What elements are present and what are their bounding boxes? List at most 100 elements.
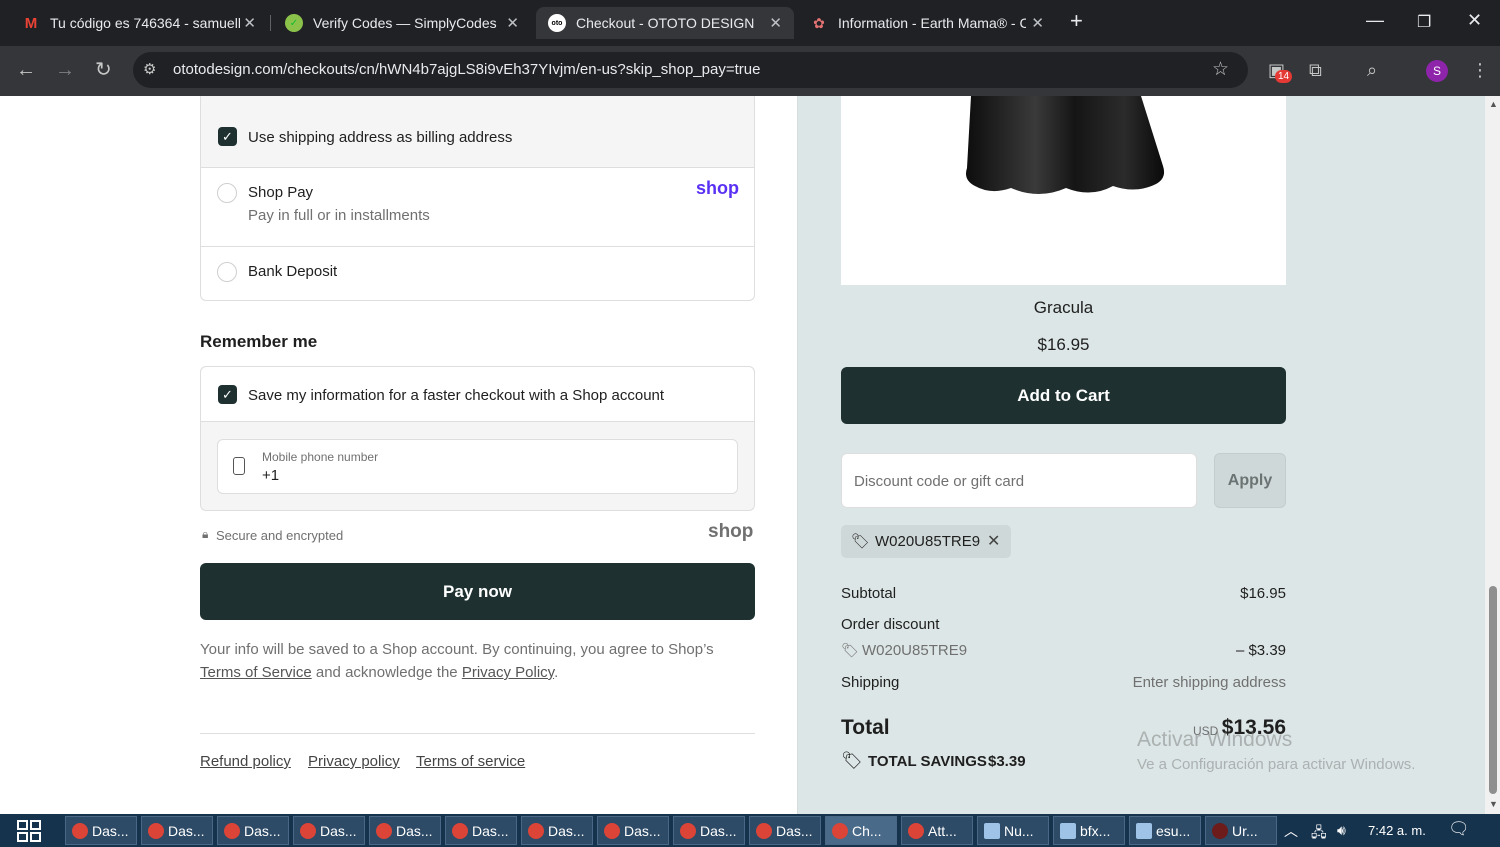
tab-title: Checkout - OTOTO DESIGN bbox=[576, 15, 755, 31]
tab-simplycodes[interactable]: ✓ Verify Codes — SimplyCodes ✕ bbox=[273, 7, 531, 39]
forward-icon[interactable]: → bbox=[55, 59, 75, 81]
taskbar-item[interactable]: Das... bbox=[369, 816, 441, 845]
phone-value[interactable]: +1 bbox=[262, 467, 279, 484]
taskbar-item[interactable]: Das... bbox=[597, 816, 669, 845]
shop-terms-link[interactable]: Terms of Service bbox=[200, 664, 312, 681]
taskbar-item[interactable]: Das... bbox=[673, 816, 745, 845]
chrome-icon bbox=[604, 822, 620, 839]
taskbar-item[interactable]: esu... bbox=[1129, 816, 1201, 845]
chrome-icon bbox=[908, 822, 924, 839]
refund-policy-link[interactable]: Refund policy bbox=[200, 753, 291, 770]
taskbar-item[interactable]: Das... bbox=[521, 816, 593, 845]
remove-discount-icon[interactable]: ✕ bbox=[987, 531, 1000, 551]
consent-text-part: Your info will be saved to a Shop accoun… bbox=[200, 641, 714, 658]
menu-kebab-icon[interactable]: ⋮ bbox=[1471, 60, 1489, 81]
notepad-icon bbox=[984, 822, 1000, 839]
page-scrollbar[interactable]: ▲ ▼ bbox=[1485, 96, 1500, 814]
apply-discount-button[interactable]: Apply bbox=[1214, 453, 1286, 508]
site-info-icon[interactable]: ⚙ bbox=[143, 60, 156, 78]
url-text[interactable]: ototodesign.com/checkouts/cn/hWN4b7ajgLS… bbox=[173, 61, 760, 78]
phone-label: Mobile phone number bbox=[262, 450, 379, 464]
profile-avatar[interactable]: S bbox=[1426, 60, 1448, 82]
browser-tab-strip: M Tu código es 746364 - samuellu ✕ ✓ Ver… bbox=[0, 0, 1500, 46]
chrome-icon bbox=[528, 822, 544, 839]
taskbar-item[interactable]: Das... bbox=[749, 816, 821, 845]
shop-privacy-link[interactable]: Privacy Policy bbox=[462, 664, 554, 681]
product-image bbox=[841, 96, 1286, 285]
remember-me-box: ✓ Save my information for a faster check… bbox=[200, 366, 755, 511]
product-price: $16.95 bbox=[1037, 335, 1090, 354]
mobile-phone-field[interactable]: Mobile phone number +1 bbox=[217, 439, 738, 494]
bookmark-star-icon[interactable]: ☆ bbox=[1212, 58, 1229, 81]
browser-toolbar: ← → ↻ ⚙ ototodesign.com/checkouts/cn/hWN… bbox=[0, 46, 1500, 96]
taskbar-item[interactable]: Nu... bbox=[977, 816, 1049, 845]
taskbar-item[interactable]: Das... bbox=[65, 816, 137, 845]
shipping-label: Shipping bbox=[841, 674, 900, 691]
order-summary-pane: Gracula $16.95 Add to Cart Discount code… bbox=[797, 96, 1485, 814]
add-to-cart-button[interactable]: Add to Cart bbox=[841, 367, 1286, 424]
taskbar-item[interactable]: Das... bbox=[445, 816, 517, 845]
back-icon[interactable]: ← bbox=[16, 59, 36, 81]
tab-checkout-active[interactable]: oto Checkout - OTOTO DESIGN ✕ bbox=[536, 7, 794, 39]
windows-activation-title: Activar Windows bbox=[1137, 728, 1293, 751]
taskbar-item-label: Das... bbox=[472, 822, 509, 839]
taskbar-item[interactable]: Das... bbox=[141, 816, 213, 845]
scroll-up-icon[interactable]: ▲ bbox=[1489, 99, 1498, 109]
gmail-icon: M bbox=[24, 14, 38, 32]
address-bar[interactable]: ⚙ ototodesign.com/checkouts/cn/hWN4b7ajg… bbox=[133, 52, 1248, 88]
chrome-icon bbox=[452, 822, 468, 839]
taskbar-item[interactable]: Ch... bbox=[825, 816, 897, 845]
scrollbar-thumb[interactable] bbox=[1489, 586, 1497, 794]
taskbar-item-label: bfx... bbox=[1080, 822, 1111, 839]
billing-same-checkbox[interactable]: ✓ bbox=[218, 127, 237, 146]
terms-of-service-link[interactable]: Terms of service bbox=[416, 753, 525, 770]
taskbar-item-label: Das... bbox=[244, 822, 281, 839]
extensions-puzzle-icon[interactable]: ⧉ bbox=[1309, 60, 1322, 81]
total-savings-value: $3.39 bbox=[988, 753, 1026, 770]
privacy-policy-link[interactable]: Privacy policy bbox=[308, 753, 400, 770]
taskbar-item[interactable]: Att... bbox=[901, 816, 973, 845]
notifications-icon[interactable]: 🗨︎ bbox=[1448, 819, 1470, 839]
chrome-icon bbox=[224, 822, 240, 839]
simplycodes-icon: ✓ bbox=[285, 14, 303, 32]
savings-tag-icon: 🏷︎ bbox=[841, 751, 863, 770]
subtotal-value: $16.95 bbox=[1240, 585, 1286, 602]
tag-icon: 🏷︎ bbox=[841, 642, 859, 658]
taskbar-item[interactable]: Das... bbox=[217, 816, 289, 845]
start-button-icon[interactable] bbox=[17, 820, 41, 842]
network-icon[interactable]: 🖧︎ bbox=[1311, 822, 1327, 846]
minimize-icon[interactable]: — bbox=[1366, 10, 1384, 31]
reload-icon[interactable]: ↻ bbox=[95, 59, 112, 81]
tab-gmail[interactable]: M Tu código es 746364 - samuellu ✕ bbox=[10, 7, 268, 39]
tab-earthmama[interactable]: ✿ Information - Earth Mama® - C ✕ bbox=[798, 7, 1056, 39]
close-tab-icon[interactable]: ✕ bbox=[769, 14, 782, 32]
close-tab-icon[interactable]: ✕ bbox=[1031, 14, 1044, 32]
tab-separator bbox=[270, 15, 271, 31]
close-tab-icon[interactable]: ✕ bbox=[243, 14, 256, 32]
total-savings-label: TOTAL SAVINGS bbox=[868, 753, 987, 770]
chrome-icon bbox=[72, 822, 88, 839]
shop-pay-radio[interactable] bbox=[217, 183, 237, 203]
close-tab-icon[interactable]: ✕ bbox=[506, 14, 519, 32]
taskbar-clock[interactable]: 7:42 a. m. bbox=[1368, 823, 1426, 838]
discount-placeholder: Discount code or gift card bbox=[854, 473, 1025, 490]
tray-chevron-icon[interactable]: ︿ bbox=[1284, 821, 1298, 841]
discount-code-input[interactable]: Discount code or gift card bbox=[841, 453, 1197, 508]
save-info-checkbox[interactable]: ✓ bbox=[218, 385, 237, 404]
bank-deposit-radio[interactable] bbox=[217, 262, 237, 282]
secure-encrypted-text: Secure and encrypted bbox=[216, 528, 344, 543]
new-tab-icon[interactable]: + bbox=[1070, 8, 1083, 34]
order-discount-code: W020U85TRE9 bbox=[862, 642, 968, 659]
scroll-down-icon[interactable]: ▼ bbox=[1489, 799, 1498, 809]
consent-text-part: . bbox=[554, 664, 559, 681]
close-window-icon[interactable]: ✕ bbox=[1467, 10, 1482, 31]
volume-icon[interactable]: 🔊︎ bbox=[1337, 822, 1346, 839]
pay-now-button[interactable]: Pay now bbox=[200, 563, 755, 620]
taskbar-item[interactable]: bfx... bbox=[1053, 816, 1125, 845]
taskbar-item[interactable]: Das... bbox=[293, 816, 365, 845]
taskbar-item[interactable]: Ur... bbox=[1205, 816, 1277, 845]
tab-search-icon[interactable]: ⌕ bbox=[1367, 60, 1377, 81]
restore-icon[interactable]: ❐ bbox=[1417, 12, 1431, 32]
taskbar-item-label: Ur... bbox=[1232, 822, 1258, 839]
chrome-icon bbox=[680, 822, 696, 839]
